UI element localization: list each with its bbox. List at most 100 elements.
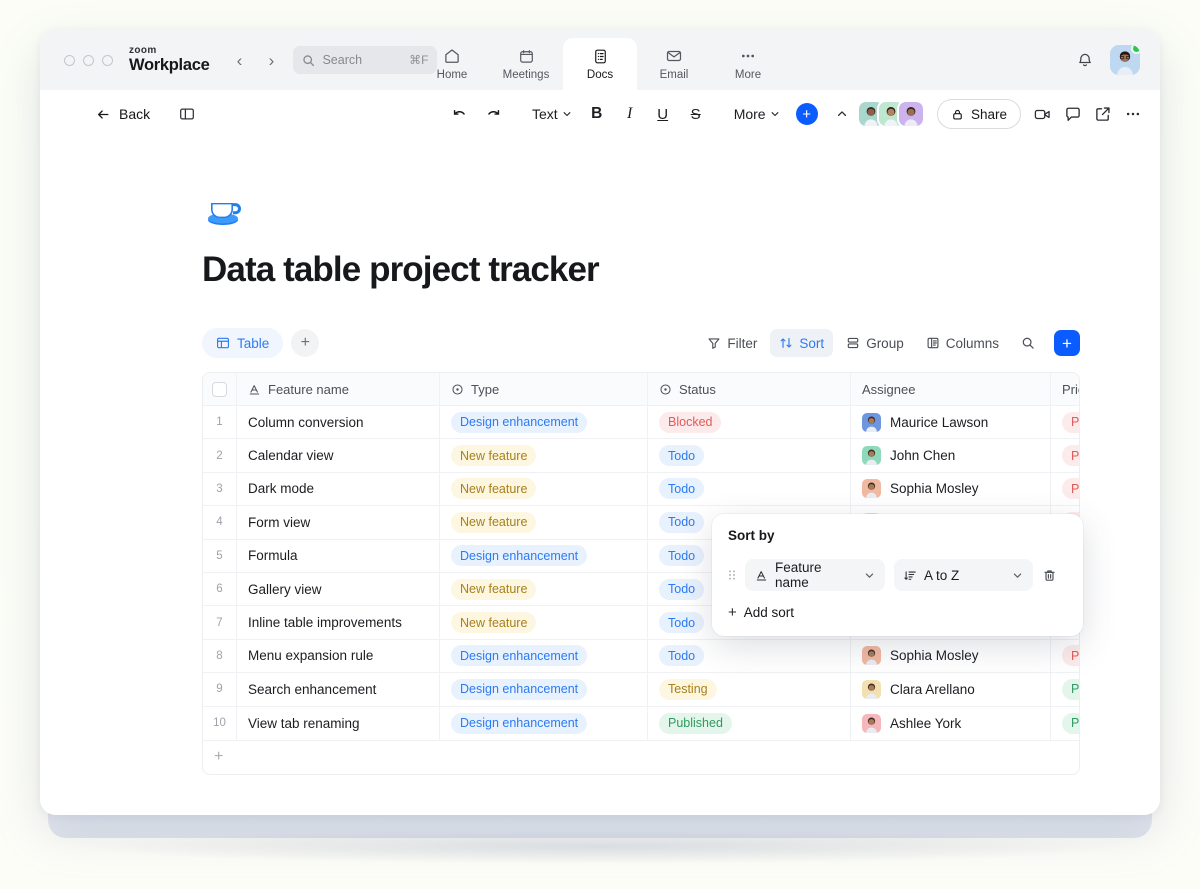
coffee-cup-icon[interactable] bbox=[202, 188, 246, 232]
add-view-button[interactable]: + bbox=[291, 329, 319, 357]
cell-priority[interactable]: P0 bbox=[1051, 406, 1080, 438]
table-row[interactable]: 2Calendar viewNew featureTodoJohn ChenP0 bbox=[203, 439, 1079, 472]
sort-direction-select[interactable]: A to Z bbox=[894, 559, 1033, 591]
cell-type[interactable]: Design enhancement bbox=[440, 673, 648, 705]
cell-feature-name[interactable]: Calendar view bbox=[237, 439, 440, 471]
table-row[interactable]: 9Search enhancementDesign enhancementTes… bbox=[203, 673, 1079, 706]
cell-type[interactable]: New feature bbox=[440, 573, 648, 605]
cell-feature-name[interactable]: Formula bbox=[237, 540, 440, 572]
cell-status[interactable]: Testing bbox=[648, 673, 851, 705]
row-number-cell[interactable]: 9 bbox=[203, 673, 237, 705]
minimize-window-button[interactable] bbox=[83, 55, 94, 66]
cell-feature-name[interactable]: Inline table improvements bbox=[237, 606, 440, 638]
cell-feature-name[interactable]: Column conversion bbox=[237, 406, 440, 438]
delete-sort-rule-icon[interactable] bbox=[1042, 568, 1057, 583]
tab-more[interactable]: More bbox=[711, 38, 785, 90]
table-row[interactable]: 3Dark modeNew featureTodoSophia MosleyP0 bbox=[203, 473, 1079, 506]
window-traffic-lights[interactable] bbox=[64, 55, 113, 66]
column-header-priority[interactable]: Priority bbox=[1051, 373, 1080, 405]
cell-type[interactable]: Design enhancement bbox=[440, 640, 648, 672]
cell-feature-name[interactable]: Dark mode bbox=[237, 473, 440, 505]
cell-feature-name[interactable]: Menu expansion rule bbox=[237, 640, 440, 672]
italic-button[interactable]: I bbox=[615, 99, 645, 129]
cell-assignee[interactable]: Clara Arellano bbox=[851, 673, 1051, 705]
cell-status[interactable]: Todo bbox=[648, 640, 851, 672]
undo-button[interactable] bbox=[444, 99, 475, 129]
select-all-checkbox[interactable] bbox=[212, 382, 227, 397]
cell-priority[interactable]: P1 bbox=[1051, 673, 1080, 705]
open-external-icon[interactable] bbox=[1094, 105, 1112, 123]
cell-type[interactable]: New feature bbox=[440, 506, 648, 538]
comment-icon[interactable] bbox=[1064, 105, 1082, 123]
column-header-type[interactable]: Type bbox=[440, 373, 648, 405]
underline-button[interactable]: U bbox=[648, 99, 678, 129]
column-header-feature-name[interactable]: Feature name bbox=[237, 373, 440, 405]
cell-status[interactable]: Todo bbox=[648, 439, 851, 471]
row-number-cell[interactable]: 4 bbox=[203, 506, 237, 538]
filter-button[interactable]: Filter bbox=[698, 329, 766, 357]
add-row-button[interactable]: + bbox=[203, 740, 1079, 774]
document-overflow-menu-icon[interactable] bbox=[1124, 105, 1142, 123]
cell-type[interactable]: New feature bbox=[440, 439, 648, 471]
text-style-dropdown[interactable]: Text bbox=[525, 99, 579, 129]
cell-priority[interactable]: P0 bbox=[1051, 473, 1080, 505]
row-number-cell[interactable]: 10 bbox=[203, 707, 237, 740]
cell-priority[interactable]: P1 bbox=[1051, 707, 1080, 740]
table-row[interactable]: 10View tab renamingDesign enhancementPub… bbox=[203, 707, 1079, 740]
video-camera-icon[interactable] bbox=[1033, 105, 1052, 124]
select-all-cell[interactable] bbox=[203, 373, 237, 405]
bold-button[interactable]: B bbox=[582, 99, 612, 129]
tab-home[interactable]: Home bbox=[415, 38, 489, 90]
nav-back-icon[interactable]: ‹ bbox=[231, 52, 247, 69]
redo-button[interactable] bbox=[478, 99, 509, 129]
cell-priority[interactable]: P0 bbox=[1051, 640, 1080, 672]
group-button[interactable]: Group bbox=[837, 329, 913, 357]
sort-field-select[interactable]: Feature name bbox=[745, 559, 885, 591]
collaborator-avatars[interactable] bbox=[857, 100, 925, 128]
close-window-button[interactable] bbox=[64, 55, 75, 66]
table-row[interactable]: 8Menu expansion ruleDesign enhancementTo… bbox=[203, 640, 1079, 673]
row-number-cell[interactable]: 3 bbox=[203, 473, 237, 505]
cell-type[interactable]: New feature bbox=[440, 473, 648, 505]
insert-block-button[interactable]: + bbox=[796, 103, 818, 125]
column-header-assignee[interactable]: Assignee bbox=[851, 373, 1051, 405]
collaborator-avatar-3[interactable] bbox=[897, 100, 925, 128]
cell-assignee[interactable]: Ashlee York bbox=[851, 707, 1051, 740]
cell-priority[interactable]: P0 bbox=[1051, 439, 1080, 471]
strikethrough-button[interactable]: S bbox=[681, 99, 711, 129]
add-record-button[interactable]: + bbox=[1054, 330, 1080, 356]
row-number-cell[interactable]: 8 bbox=[203, 640, 237, 672]
cell-feature-name[interactable]: Form view bbox=[237, 506, 440, 538]
cell-feature-name[interactable]: View tab renaming bbox=[237, 707, 440, 740]
row-number-cell[interactable]: 7 bbox=[203, 606, 237, 638]
collapse-toolbar-button[interactable] bbox=[827, 99, 857, 129]
cell-assignee[interactable]: John Chen bbox=[851, 439, 1051, 471]
tab-docs[interactable]: Docs bbox=[563, 38, 637, 90]
cell-feature-name[interactable]: Gallery view bbox=[237, 573, 440, 605]
current-user-avatar[interactable] bbox=[1110, 45, 1140, 75]
share-button[interactable]: Share bbox=[937, 99, 1021, 129]
notifications-bell-icon[interactable] bbox=[1076, 51, 1094, 69]
cell-type[interactable]: Design enhancement bbox=[440, 540, 648, 572]
row-number-cell[interactable]: 5 bbox=[203, 540, 237, 572]
drag-handle-icon[interactable] bbox=[728, 568, 736, 582]
maximize-window-button[interactable] bbox=[102, 55, 113, 66]
page-title[interactable]: Data table project tracker bbox=[202, 250, 1160, 290]
cell-assignee[interactable]: Sophia Mosley bbox=[851, 640, 1051, 672]
cell-assignee[interactable]: Sophia Mosley bbox=[851, 473, 1051, 505]
add-sort-button[interactable]: + Add sort bbox=[728, 605, 1067, 620]
cell-type[interactable]: Design enhancement bbox=[440, 707, 648, 740]
columns-button[interactable]: Columns bbox=[917, 329, 1008, 357]
cell-status[interactable]: Published bbox=[648, 707, 851, 740]
back-button[interactable]: Back bbox=[96, 106, 150, 122]
side-panel-toggle-icon[interactable] bbox=[178, 105, 196, 123]
table-row[interactable]: 1Column conversionDesign enhancementBloc… bbox=[203, 406, 1079, 439]
more-formatting-dropdown[interactable]: More bbox=[727, 99, 787, 129]
row-number-cell[interactable]: 2 bbox=[203, 439, 237, 471]
table-search-icon[interactable] bbox=[1014, 329, 1042, 357]
cell-status[interactable]: Todo bbox=[648, 473, 851, 505]
tab-meetings[interactable]: Meetings bbox=[489, 38, 563, 90]
row-number-cell[interactable]: 6 bbox=[203, 573, 237, 605]
cell-type[interactable]: Design enhancement bbox=[440, 406, 648, 438]
column-header-status[interactable]: Status bbox=[648, 373, 851, 405]
